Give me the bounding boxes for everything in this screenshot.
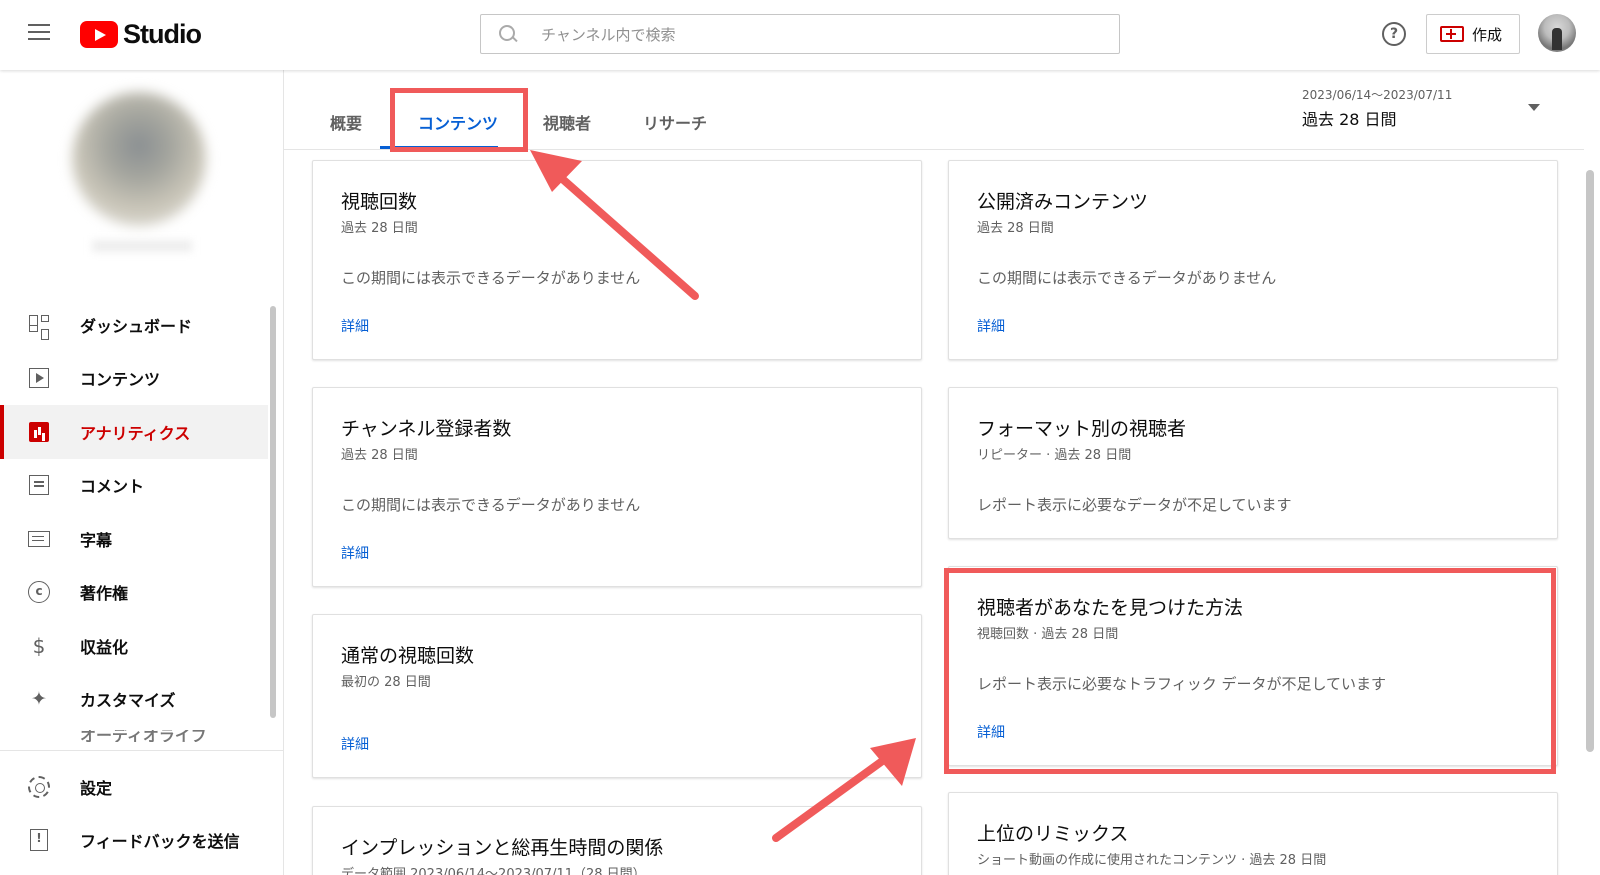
analytics-icon bbox=[28, 421, 50, 443]
sidebar-item-feedback[interactable]: ! フィードバックを送信 bbox=[0, 814, 268, 868]
sidebar: ダッシュボード コンテンツ アナリティクス コメント 字幕 c 著作権 $ 収益… bbox=[0, 70, 284, 875]
feedback-icon: ! bbox=[28, 829, 50, 852]
main-scrollbar[interactable] bbox=[1586, 170, 1594, 752]
sidebar-item-label: ダッシュボード bbox=[80, 316, 193, 336]
customize-icon: ✦ bbox=[31, 688, 47, 711]
sidebar-item-label: 収益化 bbox=[80, 637, 129, 657]
sidebar-item-label: 設定 bbox=[80, 778, 113, 798]
card-subtitle: 過去 28 日間 bbox=[341, 221, 418, 236]
sidebar-item-customize[interactable]: ✦ カスタマイズ bbox=[0, 673, 268, 727]
sidebar-item-monetization[interactable]: $ 収益化 bbox=[0, 619, 268, 673]
top-bar: Studio チャンネル内で検索 ? 作成 bbox=[0, 0, 1600, 70]
sidebar-item-audio-library-partial[interactable]: オーディオライブ bbox=[0, 730, 284, 742]
sidebar-item-comments[interactable]: コメント bbox=[0, 459, 268, 513]
content-icon bbox=[28, 367, 50, 389]
card-message: レポート表示に必要なデータが不足しています bbox=[977, 496, 1292, 514]
card-top-remixes: 上位のリミックス ショート動画の作成に使用されたコンテンツ · 過去 28 日間 bbox=[948, 792, 1558, 875]
sidebar-divider bbox=[0, 750, 284, 751]
date-range-text: 2023/06/14～2023/07/11 bbox=[1302, 88, 1453, 102]
card-title: 上位のリミックス bbox=[977, 823, 1129, 845]
search-input[interactable]: チャンネル内で検索 bbox=[480, 14, 1120, 54]
sidebar-item-content[interactable]: コンテンツ bbox=[0, 352, 268, 406]
card-details-link[interactable]: 詳細 bbox=[977, 316, 1005, 336]
settings-icon bbox=[28, 775, 50, 798]
card-subtitle: データ範囲 2023/06/14～2023/07/11（28 日間） bbox=[341, 867, 646, 875]
search-icon bbox=[499, 25, 517, 43]
card-views: 視聴回数 過去 28 日間 この期間には表示できるデータがありません 詳細 bbox=[312, 160, 922, 360]
card-subtitle: リピーター · 過去 28 日間 bbox=[977, 448, 1132, 463]
sidebar-item-label: コンテンツ bbox=[80, 370, 161, 390]
chevron-down-icon bbox=[1528, 104, 1540, 111]
channel-name-blurred bbox=[92, 240, 192, 252]
tab-audience[interactable]: 視聴者 bbox=[543, 110, 591, 134]
date-period-label: 過去 28 日間 bbox=[1302, 110, 1397, 129]
card-message: この期間には表示できるデータがありません bbox=[977, 269, 1277, 287]
card-title: インプレッションと総再生時間の関係 bbox=[341, 837, 664, 859]
create-label: 作成 bbox=[1472, 25, 1503, 44]
card-title: フォーマット別の視聴者 bbox=[977, 418, 1187, 440]
subtitles-icon bbox=[28, 528, 50, 550]
sidebar-item-label: 字幕 bbox=[80, 530, 113, 550]
dashboard-icon bbox=[28, 314, 50, 340]
card-title: 視聴回数 bbox=[341, 191, 418, 213]
card-message: この期間には表示できるデータがありません bbox=[341, 269, 641, 287]
studio-logo[interactable]: Studio bbox=[80, 19, 202, 50]
tab-overview[interactable]: 概要 bbox=[330, 110, 362, 134]
card-impressions: インプレッションと総再生時間の関係 データ範囲 2023/06/14～2023/… bbox=[312, 806, 922, 875]
sidebar-item-label: 著作権 bbox=[80, 584, 129, 604]
card-subtitle: ショート動画の作成に使用されたコンテンツ · 過去 28 日間 bbox=[977, 853, 1327, 868]
sidebar-item-subtitles[interactable]: 字幕 bbox=[0, 512, 268, 566]
card-subscribers: チャンネル登録者数 過去 28 日間 この期間には表示できるデータがありません … bbox=[312, 387, 922, 587]
card-subtitle: 過去 28 日間 bbox=[341, 448, 418, 463]
sidebar-item-label: フィードバックを送信 bbox=[80, 832, 240, 852]
account-avatar[interactable] bbox=[1538, 14, 1576, 52]
create-video-icon bbox=[1440, 26, 1464, 42]
channel-avatar[interactable] bbox=[72, 92, 206, 226]
card-details-link[interactable]: 詳細 bbox=[341, 543, 369, 563]
youtube-play-icon bbox=[80, 21, 118, 48]
card-subtitle: 過去 28 日間 bbox=[977, 221, 1054, 236]
card-format-viewers: フォーマット別の視聴者 リピーター · 過去 28 日間 レポート表示に必要なデ… bbox=[948, 387, 1558, 539]
card-details-link[interactable]: 詳細 bbox=[341, 316, 369, 336]
search-placeholder: チャンネル内で検索 bbox=[541, 25, 676, 44]
menu-icon[interactable] bbox=[28, 24, 50, 42]
studio-window: Studio チャンネル内で検索 ? 作成 ダッシュボード コンテンツ アナリテ… bbox=[0, 0, 1600, 875]
card-published-content: 公開済みコンテンツ 過去 28 日間 この期間には表示できるデータがありません … bbox=[948, 160, 1558, 360]
sidebar-nav: ダッシュボード コンテンツ アナリティクス コメント 字幕 c 著作権 $ 収益… bbox=[0, 298, 268, 726]
card-details-link[interactable]: 詳細 bbox=[341, 734, 369, 754]
card-title: 通常の視聴回数 bbox=[341, 645, 475, 667]
sidebar-item-settings[interactable]: 設定 bbox=[0, 760, 268, 814]
sidebar-item-dashboard[interactable]: ダッシュボード bbox=[0, 298, 268, 352]
sidebar-item-analytics[interactable]: アナリティクス bbox=[0, 405, 268, 459]
card-normal-views: 通常の視聴回数 最初の 28 日間 詳細 bbox=[312, 614, 922, 778]
sidebar-scrollbar[interactable] bbox=[270, 306, 276, 718]
help-icon[interactable]: ? bbox=[1382, 22, 1406, 46]
monetization-icon: $ bbox=[32, 633, 46, 658]
card-title: 公開済みコンテンツ bbox=[977, 191, 1149, 213]
sidebar-item-label: アナリティクス bbox=[80, 423, 191, 443]
sidebar-item-label: カスタマイズ bbox=[80, 691, 176, 711]
copyright-icon: c bbox=[28, 581, 50, 604]
app-name: Studio bbox=[123, 19, 202, 49]
sidebar-item-copyright[interactable]: c 著作権 bbox=[0, 566, 268, 620]
tab-research[interactable]: リサーチ bbox=[643, 110, 707, 134]
card-message: この期間には表示できるデータがありません bbox=[341, 496, 641, 514]
card-title: チャンネル登録者数 bbox=[341, 418, 512, 440]
highlight-box-content-tab bbox=[390, 88, 528, 152]
card-subtitle: 最初の 28 日間 bbox=[341, 675, 431, 690]
comment-icon bbox=[28, 474, 50, 496]
highlight-box-traffic-card bbox=[944, 568, 1556, 774]
sidebar-bottom-nav: 設定 ! フィードバックを送信 bbox=[0, 760, 268, 867]
sidebar-item-label: コメント bbox=[80, 477, 145, 497]
sidebar-item-label: オーディオライブ bbox=[80, 730, 207, 742]
create-button[interactable]: 作成 bbox=[1426, 14, 1520, 54]
